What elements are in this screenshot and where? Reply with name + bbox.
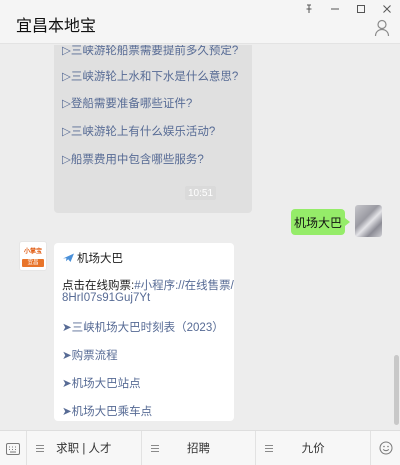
- faq-link[interactable]: ▷登船需要准备哪些证件?: [62, 95, 192, 111]
- user-profile-icon[interactable]: [374, 19, 390, 37]
- faq-link[interactable]: ▷三峡游轮船票需要提前多久预定?: [62, 45, 238, 58]
- message-header: 机场大巴: [62, 250, 123, 266]
- buy-ticket-link[interactable]: #小程序://在线售票/: [134, 280, 234, 292]
- emoji-button[interactable]: [370, 431, 400, 465]
- buy-ticket-line: 点击在线购票:#小程序://在线售票/: [62, 277, 234, 293]
- keyboard-toggle-button[interactable]: [0, 431, 26, 465]
- user-avatar[interactable]: [355, 205, 382, 237]
- faq-link[interactable]: ▷船票费用中包含哪些服务?: [62, 151, 204, 167]
- buy-ticket-link-code[interactable]: 8HrI07s91Guj7Yt: [62, 292, 150, 304]
- faq-message-bubble: ▷三峡游轮船票需要提前多久预定? ▷三峡游轮上水和下水是什么意思? ▷登船需要准…: [54, 45, 252, 213]
- faq-link[interactable]: ▷三峡游轮上有什么娱乐活动?: [62, 123, 215, 139]
- menu-lines-icon: [150, 445, 159, 452]
- menu-item-hpv[interactable]: 九价: [255, 431, 370, 465]
- chat-area: ▷三峡游轮船票需要提前多久预定? ▷三峡游轮上水和下水是什么意思? ▷登船需要准…: [0, 45, 400, 430]
- pin-button[interactable]: [296, 0, 322, 18]
- window-controls: [296, 0, 400, 18]
- minimize-button[interactable]: [322, 0, 348, 18]
- faq-link[interactable]: ▷三峡游轮上水和下水是什么意思?: [62, 68, 238, 84]
- menu-item-label: 九价: [301, 443, 325, 455]
- menu-item-jobs[interactable]: 求职 | 人才: [26, 431, 141, 465]
- bot-message-bubble: 机场大巴 点击在线购票:#小程序://在线售票/ 8HrI07s91Guj7Yt…: [54, 243, 234, 421]
- keyboard-icon: [6, 442, 20, 455]
- bot-avatar[interactable]: 小掌宝 宜昌: [19, 241, 47, 271]
- chat-scrollbar[interactable]: [394, 355, 399, 425]
- bot-avatar-city-label: 宜昌: [22, 259, 44, 267]
- bot-avatar-logo-text: 小掌宝: [23, 249, 42, 255]
- boarding-points-link[interactable]: ➤机场大巴乘车点: [62, 403, 152, 419]
- emoji-icon: [379, 441, 393, 455]
- close-icon: [383, 5, 391, 13]
- user-message-bubble[interactable]: 机场大巴: [291, 209, 350, 235]
- timetable-link[interactable]: ➤三峡机场大巴时刻表（2023）: [62, 319, 224, 335]
- bus-stations-link[interactable]: ➤机场大巴站点: [62, 375, 141, 391]
- menu-item-recruit[interactable]: 招聘: [140, 431, 256, 465]
- bottom-menu-bar: 求职 | 人才 招聘 九价: [0, 430, 400, 465]
- menu-item-label: 招聘: [187, 443, 210, 455]
- maximize-icon: [357, 5, 365, 13]
- message-header-text: 机场大巴: [77, 253, 123, 265]
- message-timestamp: 10:51: [185, 186, 216, 200]
- buy-ticket-label: 点击在线购票:: [62, 280, 135, 292]
- title-bar: 宜昌本地宝: [0, 0, 400, 44]
- chat-title: 宜昌本地宝: [16, 18, 97, 35]
- purchase-process-link[interactable]: ➤购票流程: [62, 347, 118, 363]
- close-button[interactable]: [374, 0, 400, 18]
- maximize-button[interactable]: [348, 0, 374, 18]
- menu-lines-icon: [36, 445, 44, 452]
- airplane-icon: [63, 253, 74, 262]
- menu-lines-icon: [265, 445, 274, 452]
- menu-item-label: 求职 | 人才: [56, 443, 112, 455]
- minimize-icon: [331, 8, 339, 10]
- pin-icon: [306, 4, 312, 13]
